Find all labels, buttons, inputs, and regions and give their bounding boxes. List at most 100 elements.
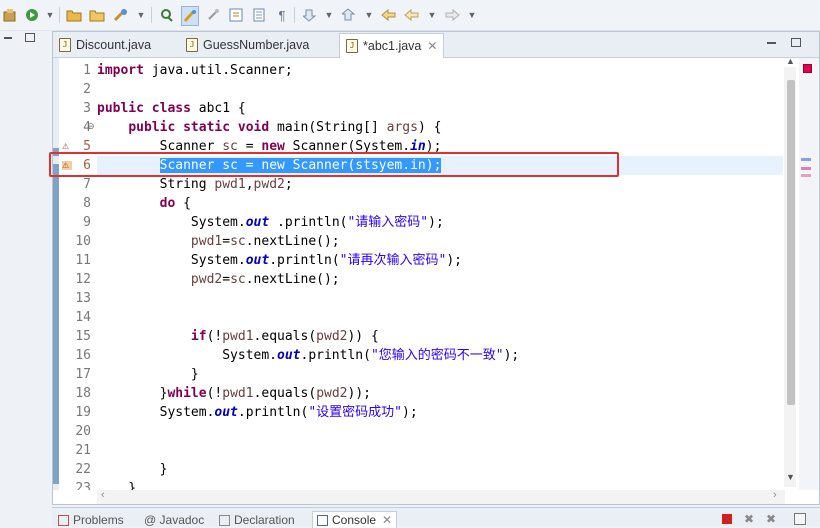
line-number: 3	[83, 101, 91, 116]
prev-annotation-icon[interactable]	[251, 6, 267, 24]
scroll-right-icon[interactable]: ›	[773, 489, 777, 501]
back-icon[interactable]	[404, 6, 420, 24]
tab-label: *abc1.java	[363, 39, 422, 53]
code-line: String pwd1,pwd2;	[97, 177, 293, 192]
line-number: 15	[75, 329, 91, 344]
line-number: 12	[75, 272, 91, 287]
tab-discount-java[interactable]: J Discount.java	[59, 34, 151, 56]
code-line: }	[97, 367, 199, 382]
next-edit-icon[interactable]	[302, 6, 318, 24]
code-area[interactable]: import java.util.Scanner; public class a…	[97, 58, 783, 490]
overview-ruler	[799, 58, 819, 490]
new-wizard-icon[interactable]	[2, 6, 18, 24]
java-file-icon: J	[346, 39, 358, 53]
close-icon[interactable]: ✕	[427, 39, 437, 53]
search-dropdown-icon[interactable]: ▼	[137, 6, 146, 24]
declaration-icon	[219, 514, 230, 526]
line-number: 13	[75, 291, 91, 306]
code-line: public class abc1 {	[97, 101, 246, 116]
java-file-icon: J	[59, 38, 71, 52]
line-number: 11	[75, 253, 91, 268]
remove-all-icon[interactable]: ✖	[766, 512, 776, 526]
left-view-area	[0, 31, 52, 525]
editor-minimize-icon[interactable]	[767, 42, 776, 44]
main-toolbar: ▼ ▼ ¶ ▼ ▼ ▼ ▼	[0, 0, 820, 31]
tab-console[interactable]: Console ✕	[312, 511, 398, 528]
tab-label: GuessNumber.java	[203, 38, 310, 52]
tab-abc1-java[interactable]: J *abc1.java ✕	[339, 33, 445, 58]
code-line: System.out.println("设置密码成功");	[97, 405, 418, 420]
scroll-down-icon[interactable]: ▼	[786, 472, 795, 482]
code-line: }while(!pwd1.equals(pwd2));	[97, 386, 371, 401]
run-dropdown-icon[interactable]: ▼	[46, 6, 55, 24]
scroll-left-icon[interactable]: ‹	[101, 489, 105, 501]
forward-dropdown-icon[interactable]: ▼	[468, 6, 477, 24]
tab-guessnumber-java[interactable]: J GuessNumber.java	[186, 34, 309, 56]
line-number: 23	[75, 481, 91, 490]
prev-edit-dropdown-icon[interactable]: ▼	[365, 6, 374, 24]
maximize-icon[interactable]	[25, 33, 35, 42]
terminate-icon[interactable]	[722, 514, 732, 524]
warning-line-marker[interactable]	[801, 174, 811, 177]
line-number: 21	[75, 443, 91, 458]
problems-icon	[58, 514, 69, 526]
line-number: 9	[83, 215, 91, 230]
minimize-icon[interactable]	[4, 37, 12, 39]
toolbar-separator	[59, 7, 60, 23]
code-line: if(!pwd1.equals(pwd2)) {	[190, 329, 379, 344]
tasks-icon[interactable]	[159, 6, 175, 24]
remove-launch-icon[interactable]: ✖	[744, 512, 754, 526]
prev-edit-icon[interactable]	[341, 6, 357, 24]
highlight-annotation-box	[49, 152, 619, 177]
error-line-marker[interactable]	[801, 167, 811, 170]
run-icon[interactable]	[24, 6, 40, 24]
editor-maximize-icon[interactable]	[791, 38, 801, 47]
next-annotation-icon[interactable]	[228, 6, 244, 24]
java-editor: J Discount.java J GuessNumber.java J *ab…	[52, 31, 820, 505]
code-line: }	[97, 481, 137, 490]
bottom-panel: Problems @ Javadoc Declaration Console ✕ …	[52, 507, 820, 528]
occurrence-marker[interactable]	[801, 158, 811, 161]
code-line: System.out.println("您输入的密码不一致");	[97, 348, 520, 363]
error-marker-icon[interactable]	[803, 64, 812, 73]
toolbar-separator	[151, 7, 152, 23]
forward-icon[interactable]	[444, 6, 460, 24]
scroll-up-icon[interactable]: ▲	[786, 56, 795, 66]
open-type-icon[interactable]	[66, 6, 82, 24]
line-number: 10	[75, 234, 91, 249]
back-dropdown-icon[interactable]: ▼	[428, 6, 437, 24]
code-line: import java.util.Scanner;	[97, 63, 293, 78]
horizontal-scrollbar[interactable]: ‹ ›	[97, 489, 785, 504]
line-number: 22	[75, 462, 91, 477]
line-number: 2	[83, 82, 91, 97]
search-icon[interactable]	[113, 6, 129, 24]
warning-icon[interactable]: ⚠	[62, 142, 72, 151]
editor-tab-bar: J Discount.java J GuessNumber.java J *ab…	[53, 32, 819, 58]
clear-console-icon[interactable]	[794, 513, 806, 525]
line-number: 17	[75, 367, 91, 382]
line-number: 8	[83, 196, 91, 211]
line-number: 1	[83, 63, 91, 78]
code-line: System.out .println("请输入密码");	[97, 215, 444, 230]
java-file-icon: J	[186, 38, 198, 52]
code-line: pwd2=sc.nextLine();	[190, 272, 340, 287]
code-line: }	[97, 462, 168, 477]
line-number: 7	[83, 177, 91, 192]
open-folder-icon[interactable]	[89, 6, 105, 24]
next-edit-dropdown-icon[interactable]: ▼	[325, 6, 334, 24]
last-edit-icon[interactable]	[381, 6, 397, 24]
fold-collapse-icon[interactable]: ⊖	[87, 121, 95, 132]
mark-occurrences-icon[interactable]	[181, 6, 199, 26]
toolbar-separator	[294, 7, 295, 23]
toggle-comment-icon[interactable]	[205, 6, 221, 24]
pilcrow-icon[interactable]: ¶	[274, 6, 290, 24]
console-icon	[317, 514, 328, 526]
line-number: 20	[75, 424, 91, 439]
line-number: 14	[75, 310, 91, 325]
code-line: System.out.println("请再次输入密码");	[97, 253, 462, 268]
tab-label: Discount.java	[76, 38, 152, 52]
code-line: do {	[159, 196, 191, 211]
code-line: pwd1=sc.nextLine();	[190, 234, 340, 249]
vertical-scroll-thumb[interactable]	[787, 80, 795, 405]
code-line: public static void main(String[] args) {	[128, 120, 442, 135]
